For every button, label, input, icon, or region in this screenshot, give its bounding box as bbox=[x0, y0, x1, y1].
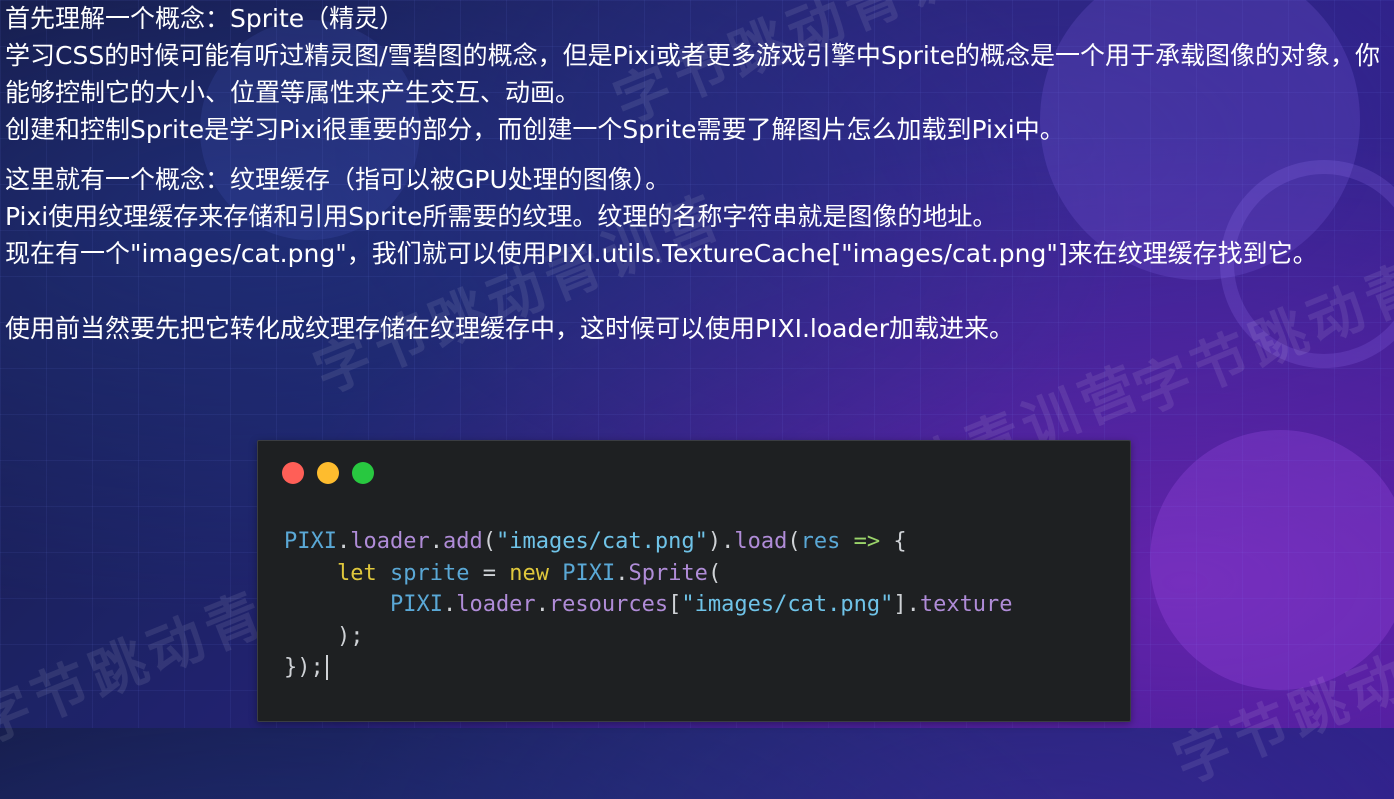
code-token: sprite bbox=[389, 560, 470, 586]
code-token: PIXI bbox=[284, 529, 337, 554]
code-token: . bbox=[336, 529, 351, 554]
code-token: let bbox=[336, 560, 377, 586]
code-token: . bbox=[429, 529, 443, 554]
code-token: { bbox=[880, 529, 907, 554]
code-token: ]. bbox=[893, 592, 920, 617]
code-token: Sprite bbox=[628, 560, 708, 586]
code-token: PIXI bbox=[562, 560, 616, 586]
text-loader-usage: 使用前当然要先把它转化成纹理存储在纹理缓存中，这时候可以使用PIXI.loade… bbox=[5, 314, 1014, 343]
code-token: . bbox=[442, 592, 457, 617]
text-cursor bbox=[325, 655, 328, 680]
window-controls bbox=[282, 462, 374, 484]
code-token: loader bbox=[350, 529, 430, 554]
code-token: ). bbox=[707, 529, 735, 554]
code-line: ); bbox=[284, 623, 364, 649]
code-token: ); bbox=[284, 623, 364, 649]
code-token: "images/cat.png" bbox=[681, 592, 894, 617]
code-token: => bbox=[853, 529, 881, 554]
code-line: let sprite = new PIXI.Sprite( bbox=[284, 561, 721, 586]
code-block[interactable]: PIXI.loader.add("images/cat.png").load(r… bbox=[284, 526, 1013, 684]
code-window: PIXI.loader.add("images/cat.png").load(r… bbox=[257, 440, 1131, 722]
code-line: PIXI.loader.add("images/cat.png").load(r… bbox=[284, 529, 907, 554]
code-token: texture bbox=[919, 592, 1013, 617]
code-token: = bbox=[469, 560, 510, 586]
code-token: new bbox=[509, 560, 549, 586]
code-token: . bbox=[615, 560, 629, 586]
code-token: ( bbox=[787, 529, 801, 554]
text-texture-cache-example: 现在有一个"images/cat.png"，我们就可以使用PIXI.utils.… bbox=[5, 239, 1318, 268]
code-token: }); bbox=[284, 655, 324, 680]
code-token: PIXI bbox=[389, 592, 443, 617]
heading-texture-cache: 这里就有一个概念：纹理缓存（指可以被GPU处理的图像）。 bbox=[5, 165, 671, 194]
code-line: PIXI.loader.resources["images/cat.png"].… bbox=[284, 592, 1013, 617]
code-line: }); bbox=[284, 655, 328, 680]
close-dot-icon bbox=[282, 462, 304, 484]
text-sprite-importance: 创建和控制Sprite是学习Pixi很重要的部分，而创建一个Sprite需要了解… bbox=[5, 115, 1065, 144]
code-token: ( bbox=[707, 560, 722, 586]
code-token: resources bbox=[548, 592, 669, 617]
slide-text: 首先理解一个概念：Sprite（精灵） 学习CSS的时候可能有听过精灵图/雪碧图… bbox=[5, 0, 1386, 347]
minimize-dot-icon bbox=[317, 462, 339, 484]
code-token: [ bbox=[668, 592, 682, 617]
text-sprite-concept: 学习CSS的时候可能有听过精灵图/雪碧图的概念，但是Pixi或者更多游戏引擎中S… bbox=[5, 41, 1380, 107]
heading-sprite: 首先理解一个概念：Sprite（精灵） bbox=[5, 4, 405, 33]
code-token: loader bbox=[456, 592, 536, 617]
text-texture-cache-usage: Pixi使用纹理缓存来存储和引用Sprite所需要的纹理。纹理的名称字符串就是图… bbox=[5, 202, 998, 231]
code-token: add bbox=[442, 529, 483, 554]
code-token: ( bbox=[482, 529, 496, 554]
code-token: . bbox=[535, 592, 549, 617]
code-token: load bbox=[734, 529, 788, 554]
code-token: "images/cat.png" bbox=[495, 529, 708, 554]
maximize-dot-icon bbox=[352, 462, 374, 484]
code-token: res bbox=[800, 529, 841, 554]
